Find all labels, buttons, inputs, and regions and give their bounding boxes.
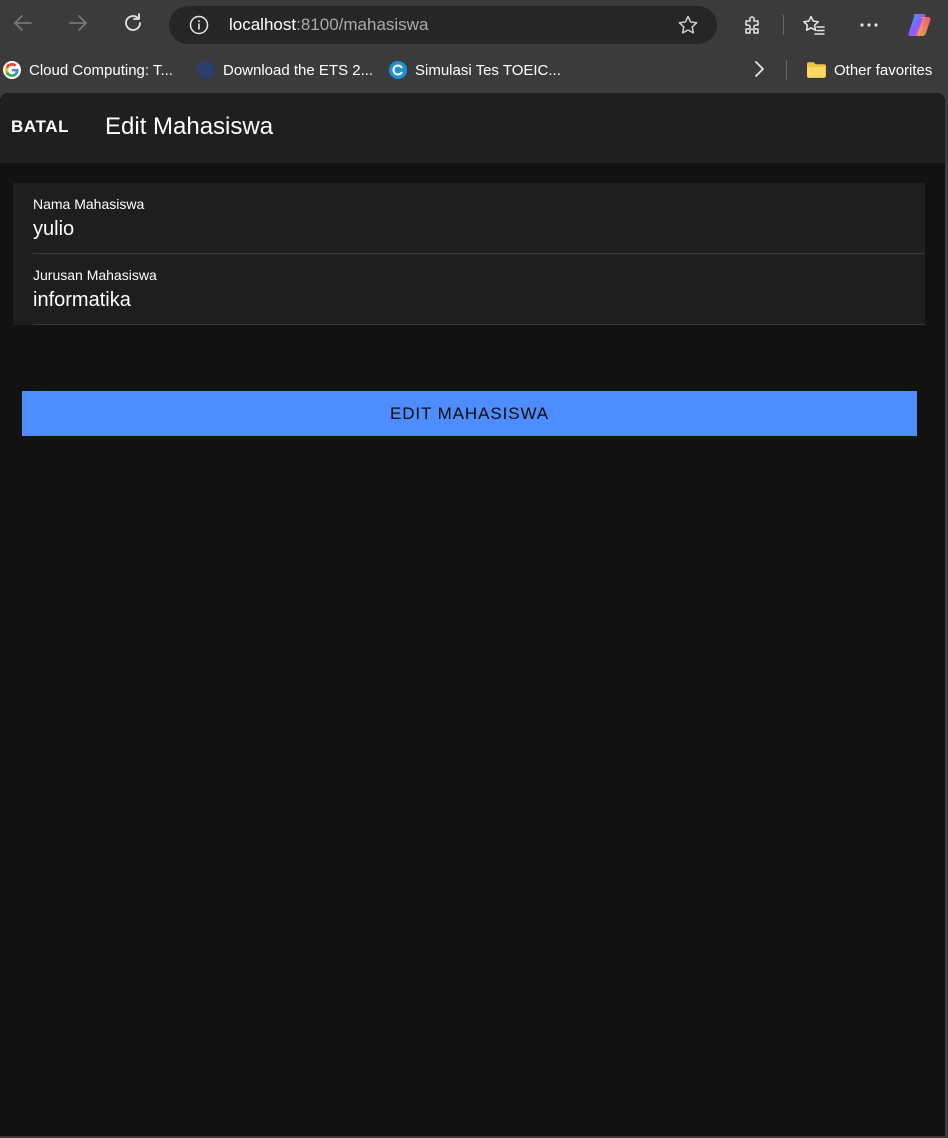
url-text[interactable]: localhost:8100/mahasiswa: [229, 15, 428, 35]
info-icon[interactable]: [188, 14, 210, 36]
toolbar-divider: [783, 15, 784, 35]
bookmarks-divider: [786, 60, 787, 80]
back-button[interactable]: [7, 9, 39, 41]
bookmark-item[interactable]: Cloud Computing: T...: [3, 59, 173, 81]
bookmark-item[interactable]: Download the ETS 2...: [197, 59, 373, 81]
bookmarks-bar: Cloud Computing: T... Download the ETS 2…: [0, 50, 948, 90]
chevron-right-icon[interactable]: [748, 58, 770, 80]
page-viewport: BATAL Edit Mahasiswa Nama Mahasiswa Juru…: [0, 93, 945, 1136]
other-favorites-label: Other favorites: [834, 61, 933, 79]
name-form-item: Nama Mahasiswa: [13, 183, 925, 254]
ellipsis-icon[interactable]: [855, 11, 883, 39]
arrow-left-icon: [12, 12, 34, 39]
favorites-icon[interactable]: [800, 11, 828, 39]
name-label: Nama Mahasiswa: [33, 196, 145, 212]
refresh-icon: [122, 12, 144, 39]
copilot-icon[interactable]: [906, 11, 934, 39]
google-icon: [3, 61, 21, 79]
bookmark-label: Download the ETS 2...: [223, 61, 374, 79]
cancel-button[interactable]: BATAL: [11, 117, 69, 137]
puzzle-icon[interactable]: [739, 11, 767, 39]
major-underline: [33, 324, 925, 325]
url-host: localhost: [229, 15, 297, 34]
forward-button[interactable]: [62, 9, 94, 41]
major-input[interactable]: [33, 289, 893, 312]
globe-icon: [197, 61, 215, 79]
bookmark-item[interactable]: Simulasi Tes TOEIC...: [389, 59, 561, 81]
arrow-right-icon: [67, 12, 89, 39]
c-logo-icon: [389, 61, 407, 79]
refresh-button[interactable]: [117, 9, 149, 41]
app-header: BATAL Edit Mahasiswa: [0, 93, 945, 163]
name-input[interactable]: [33, 218, 893, 241]
form-list: Nama Mahasiswa Jurusan Mahasiswa: [13, 183, 925, 325]
url-path: :8100/mahasiswa: [296, 15, 429, 34]
star-icon[interactable]: [677, 14, 699, 36]
bookmark-label: Cloud Computing: T...: [29, 61, 173, 79]
page-title: Edit Mahasiswa: [105, 113, 274, 140]
address-bar[interactable]: localhost:8100/mahasiswa: [169, 6, 717, 44]
major-form-item: Jurusan Mahasiswa: [13, 254, 925, 325]
folder-icon: [806, 61, 826, 79]
other-favorites[interactable]: Other favorites: [806, 59, 932, 81]
edit-mahasiswa-button[interactable]: EDIT MAHASISWA: [22, 391, 917, 436]
major-label: Jurusan Mahasiswa: [33, 267, 157, 283]
bookmark-label: Simulasi Tes TOEIC...: [415, 61, 561, 79]
browser-toolbar: localhost:8100/mahasiswa: [0, 0, 948, 50]
